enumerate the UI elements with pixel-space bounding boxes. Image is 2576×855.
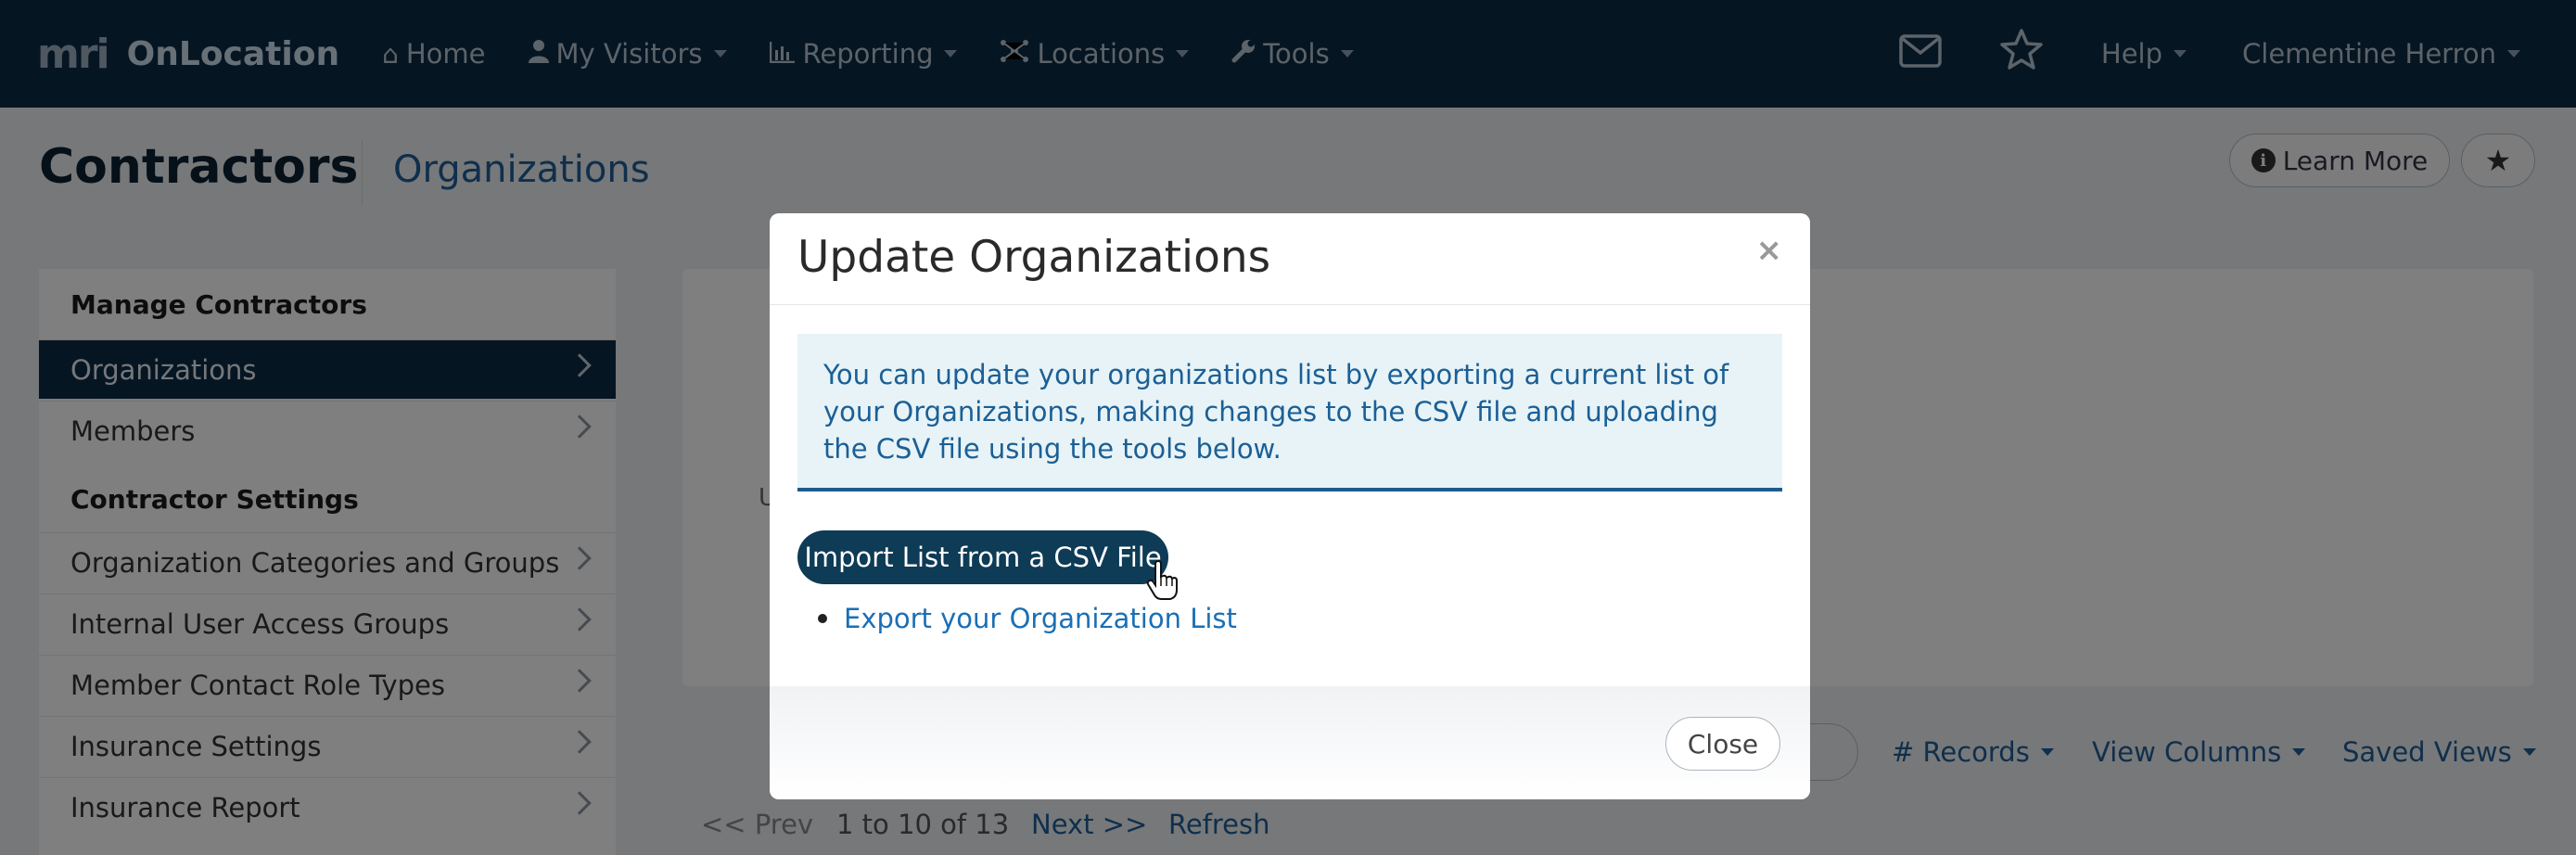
- hand-cursor-icon: [1146, 559, 1180, 601]
- close-icon[interactable]: ×: [1756, 232, 1783, 269]
- export-list-item: Export your Organization List: [818, 603, 1237, 634]
- modal-header-divider: [770, 304, 1810, 305]
- modal-title: Update Organizations: [797, 232, 1271, 283]
- import-csv-label: Import List from a CSV File: [804, 542, 1162, 573]
- import-csv-button[interactable]: Import List from a CSV File: [797, 530, 1168, 584]
- modal-footer: Close: [770, 686, 1810, 799]
- export-list-link[interactable]: Export your Organization List: [844, 603, 1237, 634]
- update-organizations-modal: Update Organizations × You can update yo…: [770, 213, 1810, 799]
- info-alert: You can update your organizations list b…: [797, 334, 1782, 491]
- close-button[interactable]: Close: [1665, 717, 1780, 771]
- bullet-icon: [818, 614, 827, 623]
